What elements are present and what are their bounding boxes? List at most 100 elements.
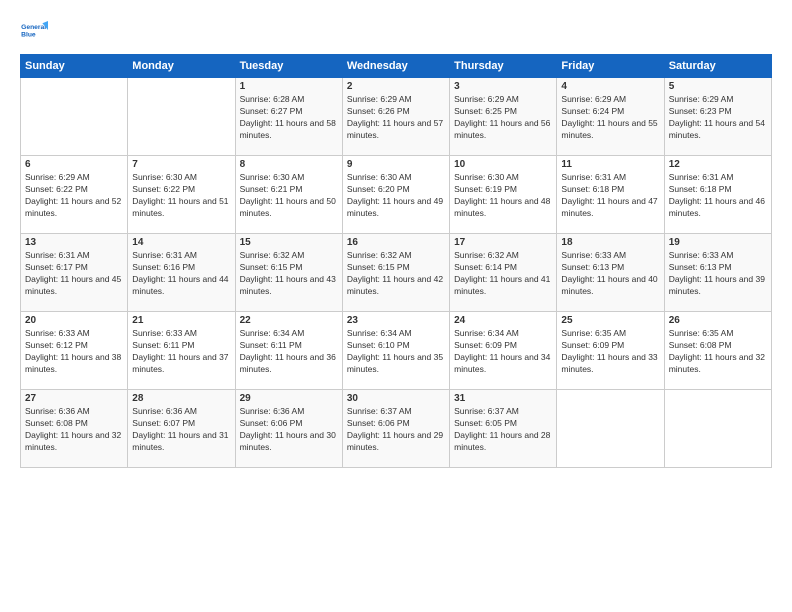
calendar-cell: 2 Sunrise: 6:29 AM Sunset: 6:26 PM Daylig… xyxy=(342,78,449,156)
week-row-3: 13Sunrise: 6:31 AM Sunset: 6:17 PM Dayli… xyxy=(21,234,772,312)
cell-info: Sunrise: 6:33 AM Sunset: 6:13 PM Dayligh… xyxy=(669,250,767,298)
cell-info: Sunrise: 6:30 AM Sunset: 6:19 PM Dayligh… xyxy=(454,172,552,220)
cell-info: Sunrise: 6:31 AM Sunset: 6:18 PM Dayligh… xyxy=(561,172,659,220)
calendar-cell: 16Sunrise: 6:32 AM Sunset: 6:15 PM Dayli… xyxy=(342,234,449,312)
calendar-cell: 10 Sunrise: 6:30 AM Sunset: 6:19 PM Dayli… xyxy=(450,156,557,234)
day-number: 24 xyxy=(454,315,552,326)
weekday-header-row: SundayMondayTuesdayWednesdayThursdayFrid… xyxy=(21,55,772,78)
calendar-cell: 31 Sunrise: 6:37 AM Sunset: 6:05 PM Dayli… xyxy=(450,390,557,468)
calendar-cell: 20 Sunrise: 6:33 AM Sunset: 6:12 PM Dayli… xyxy=(21,312,128,390)
calendar-cell: 4 Sunrise: 6:29 AM Sunset: 6:24 PM Daylig… xyxy=(557,78,664,156)
cell-info: Sunrise: 6:34 AM Sunset: 6:10 PM Dayligh… xyxy=(347,328,445,376)
cell-info: Sunrise: 6:30 AM Sunset: 6:22 PM Dayligh… xyxy=(132,172,230,220)
calendar-table: SundayMondayTuesdayWednesdayThursdayFrid… xyxy=(20,54,772,468)
calendar-cell: 24 Sunrise: 6:34 AM Sunset: 6:09 PM Dayli… xyxy=(450,312,557,390)
calendar-cell: 3 Sunrise: 6:29 AM Sunset: 6:25 PM Daylig… xyxy=(450,78,557,156)
cell-info: Sunrise: 6:31 AM Sunset: 6:17 PM Dayligh… xyxy=(25,250,123,298)
calendar-cell: 21Sunrise: 6:33 AM Sunset: 6:11 PM Dayli… xyxy=(128,312,235,390)
day-number: 10 xyxy=(454,159,552,170)
cell-info: Sunrise: 6:36 AM Sunset: 6:06 PM Dayligh… xyxy=(240,406,338,454)
cell-info: Sunrise: 6:34 AM Sunset: 6:09 PM Dayligh… xyxy=(454,328,552,376)
weekday-header-thursday: Thursday xyxy=(450,55,557,78)
cell-info: Sunrise: 6:29 AM Sunset: 6:26 PM Dayligh… xyxy=(347,94,445,142)
week-row-2: 6 Sunrise: 6:29 AM Sunset: 6:22 PM Daylig… xyxy=(21,156,772,234)
cell-info: Sunrise: 6:30 AM Sunset: 6:21 PM Dayligh… xyxy=(240,172,338,220)
day-number: 5 xyxy=(669,81,767,92)
cell-info: Sunrise: 6:35 AM Sunset: 6:08 PM Dayligh… xyxy=(669,328,767,376)
logo-icon: GeneralBlue xyxy=(20,16,48,44)
day-number: 18 xyxy=(561,237,659,248)
cell-info: Sunrise: 6:30 AM Sunset: 6:20 PM Dayligh… xyxy=(347,172,445,220)
cell-info: Sunrise: 6:35 AM Sunset: 6:09 PM Dayligh… xyxy=(561,328,659,376)
calendar-cell: 6 Sunrise: 6:29 AM Sunset: 6:22 PM Daylig… xyxy=(21,156,128,234)
cell-info: Sunrise: 6:37 AM Sunset: 6:06 PM Dayligh… xyxy=(347,406,445,454)
svg-text:Blue: Blue xyxy=(21,32,36,39)
calendar-cell: 12Sunrise: 6:31 AM Sunset: 6:18 PM Dayli… xyxy=(664,156,771,234)
calendar-cell: 1 Sunrise: 6:28 AM Sunset: 6:27 PM Daylig… xyxy=(235,78,342,156)
day-number: 14 xyxy=(132,237,230,248)
day-number: 17 xyxy=(454,237,552,248)
calendar-cell: 15 Sunrise: 6:32 AM Sunset: 6:15 PM Dayli… xyxy=(235,234,342,312)
day-number: 15 xyxy=(240,237,338,248)
day-number: 29 xyxy=(240,393,338,404)
weekday-header-tuesday: Tuesday xyxy=(235,55,342,78)
calendar-page: GeneralBlue SundayMondayTuesdayWednesday… xyxy=(0,0,792,612)
weekday-header-saturday: Saturday xyxy=(664,55,771,78)
day-number: 22 xyxy=(240,315,338,326)
calendar-cell: 7 Sunrise: 6:30 AM Sunset: 6:22 PM Daylig… xyxy=(128,156,235,234)
calendar-cell: 25Sunrise: 6:35 AM Sunset: 6:09 PM Dayli… xyxy=(557,312,664,390)
calendar-cell: 26 Sunrise: 6:35 AM Sunset: 6:08 PM Dayli… xyxy=(664,312,771,390)
cell-info: Sunrise: 6:33 AM Sunset: 6:11 PM Dayligh… xyxy=(132,328,230,376)
cell-info: Sunrise: 6:33 AM Sunset: 6:12 PM Dayligh… xyxy=(25,328,123,376)
day-number: 19 xyxy=(669,237,767,248)
weekday-header-friday: Friday xyxy=(557,55,664,78)
calendar-cell: 22 Sunrise: 6:34 AM Sunset: 6:11 PM Dayli… xyxy=(235,312,342,390)
week-row-4: 20 Sunrise: 6:33 AM Sunset: 6:12 PM Dayli… xyxy=(21,312,772,390)
cell-info: Sunrise: 6:28 AM Sunset: 6:27 PM Dayligh… xyxy=(240,94,338,142)
weekday-header-monday: Monday xyxy=(128,55,235,78)
day-number: 9 xyxy=(347,159,445,170)
calendar-cell: 27 Sunrise: 6:36 AM Sunset: 6:08 PM Dayli… xyxy=(21,390,128,468)
day-number: 11 xyxy=(561,159,659,170)
header: GeneralBlue xyxy=(20,16,772,44)
cell-info: Sunrise: 6:31 AM Sunset: 6:18 PM Dayligh… xyxy=(669,172,767,220)
cell-info: Sunrise: 6:37 AM Sunset: 6:05 PM Dayligh… xyxy=(454,406,552,454)
day-number: 6 xyxy=(25,159,123,170)
calendar-cell: 8Sunrise: 6:30 AM Sunset: 6:21 PM Daylig… xyxy=(235,156,342,234)
week-row-1: 1 Sunrise: 6:28 AM Sunset: 6:27 PM Daylig… xyxy=(21,78,772,156)
cell-info: Sunrise: 6:32 AM Sunset: 6:15 PM Dayligh… xyxy=(347,250,445,298)
calendar-cell: 18 Sunrise: 6:33 AM Sunset: 6:13 PM Dayli… xyxy=(557,234,664,312)
calendar-cell xyxy=(128,78,235,156)
calendar-cell: 23 Sunrise: 6:34 AM Sunset: 6:10 PM Dayli… xyxy=(342,312,449,390)
cell-info: Sunrise: 6:32 AM Sunset: 6:15 PM Dayligh… xyxy=(240,250,338,298)
calendar-cell: 9 Sunrise: 6:30 AM Sunset: 6:20 PM Daylig… xyxy=(342,156,449,234)
cell-info: Sunrise: 6:34 AM Sunset: 6:11 PM Dayligh… xyxy=(240,328,338,376)
calendar-cell: 11 Sunrise: 6:31 AM Sunset: 6:18 PM Dayli… xyxy=(557,156,664,234)
weekday-header-sunday: Sunday xyxy=(21,55,128,78)
cell-info: Sunrise: 6:36 AM Sunset: 6:07 PM Dayligh… xyxy=(132,406,230,454)
cell-info: Sunrise: 6:33 AM Sunset: 6:13 PM Dayligh… xyxy=(561,250,659,298)
day-number: 23 xyxy=(347,315,445,326)
day-number: 28 xyxy=(132,393,230,404)
day-number: 26 xyxy=(669,315,767,326)
cell-info: Sunrise: 6:29 AM Sunset: 6:22 PM Dayligh… xyxy=(25,172,123,220)
cell-info: Sunrise: 6:31 AM Sunset: 6:16 PM Dayligh… xyxy=(132,250,230,298)
day-number: 3 xyxy=(454,81,552,92)
day-number: 2 xyxy=(347,81,445,92)
day-number: 1 xyxy=(240,81,338,92)
day-number: 27 xyxy=(25,393,123,404)
cell-info: Sunrise: 6:29 AM Sunset: 6:24 PM Dayligh… xyxy=(561,94,659,142)
svg-text:General: General xyxy=(21,24,46,31)
day-number: 20 xyxy=(25,315,123,326)
calendar-cell: 14 Sunrise: 6:31 AM Sunset: 6:16 PM Dayli… xyxy=(128,234,235,312)
day-number: 7 xyxy=(132,159,230,170)
cell-info: Sunrise: 6:29 AM Sunset: 6:23 PM Dayligh… xyxy=(669,94,767,142)
calendar-cell: 30Sunrise: 6:37 AM Sunset: 6:06 PM Dayli… xyxy=(342,390,449,468)
day-number: 31 xyxy=(454,393,552,404)
calendar-cell: 13Sunrise: 6:31 AM Sunset: 6:17 PM Dayli… xyxy=(21,234,128,312)
cell-info: Sunrise: 6:36 AM Sunset: 6:08 PM Dayligh… xyxy=(25,406,123,454)
cell-info: Sunrise: 6:29 AM Sunset: 6:25 PM Dayligh… xyxy=(454,94,552,142)
week-row-5: 27 Sunrise: 6:36 AM Sunset: 6:08 PM Dayli… xyxy=(21,390,772,468)
calendar-cell xyxy=(21,78,128,156)
day-number: 4 xyxy=(561,81,659,92)
